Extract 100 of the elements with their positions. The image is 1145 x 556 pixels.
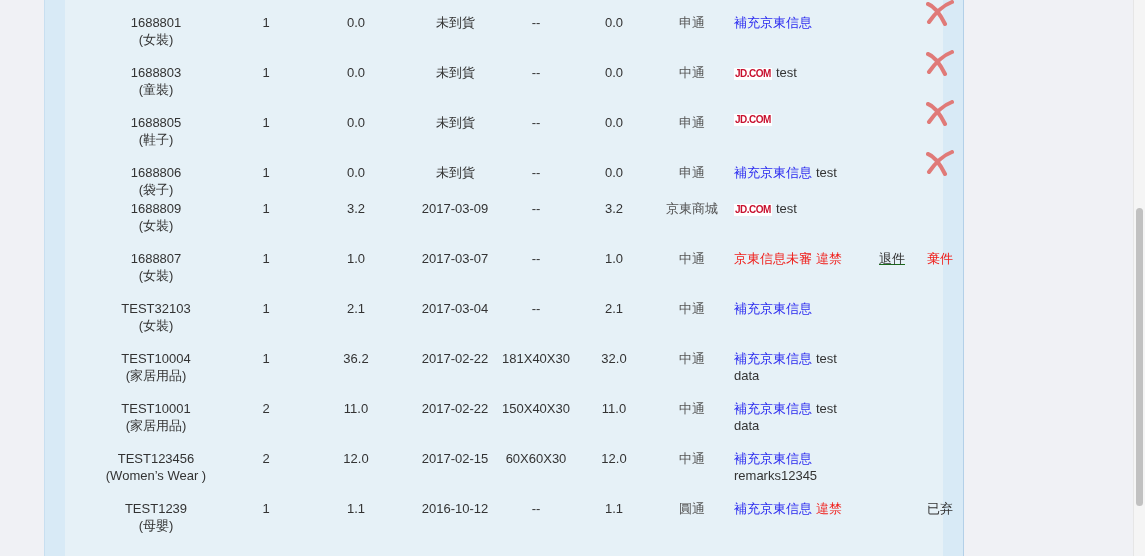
arrival-date: 未到貨	[434, 114, 476, 132]
weight: 36.2	[342, 350, 370, 368]
info-link[interactable]: 補充京東信息	[734, 350, 812, 367]
weight: 0.0	[345, 164, 367, 182]
dimensions: --	[530, 114, 542, 132]
arrival-date: 2017-03-07	[420, 250, 490, 268]
parcel-id: 1688809 (女裝)	[129, 200, 183, 235]
carrier: 中通	[678, 400, 706, 418]
quantity: 1	[261, 200, 271, 218]
arrival-date: 2017-02-22	[420, 350, 490, 368]
scrollbar[interactable]	[1133, 0, 1145, 556]
store-logo: JD.COM	[734, 204, 772, 216]
remark-text: data	[734, 417, 760, 434]
carrier: 申通	[678, 14, 706, 32]
billed-weight: 2.1	[603, 300, 625, 318]
carrier: 圓通	[678, 500, 706, 518]
carrier: 中通	[678, 450, 706, 468]
weight: 1.1	[345, 500, 367, 518]
weight: 1.0	[345, 250, 367, 268]
billed-weight: 32.0	[600, 350, 628, 368]
parcel-id: 1688801 (女裝)	[129, 14, 183, 49]
info-link[interactable]: 補充京東信息	[734, 300, 812, 317]
carrier: 中通	[678, 300, 706, 318]
carrier: 中通	[678, 350, 706, 368]
weight: 2.1	[345, 300, 367, 318]
remark-text: remarks12345	[734, 467, 818, 484]
delete-icon[interactable]	[926, 0, 954, 26]
carrier: 申通	[678, 114, 706, 132]
delete-icon[interactable]	[926, 50, 954, 76]
parcel-id: TEST10004 (家居用品)	[120, 350, 192, 385]
info-link[interactable]: 補充京東信息	[734, 14, 812, 31]
delete-icon[interactable]	[926, 100, 954, 126]
dimensions: --	[530, 164, 542, 182]
arrival-date: 2017-02-15	[420, 450, 490, 468]
remark-text: test	[816, 164, 837, 181]
info-link[interactable]: 補充京東信息	[734, 500, 812, 517]
arrival-date: 未到貨	[434, 64, 476, 82]
arrival-date: 2017-03-04	[420, 300, 490, 318]
parcel-id: TEST123456 (Women’s Wear )	[104, 450, 208, 485]
arrival-date: 未到貨	[434, 14, 476, 32]
billed-weight: 3.2	[603, 200, 625, 218]
weight: 0.0	[345, 14, 367, 32]
delete-icon[interactable]	[926, 150, 954, 176]
arrival-date: 未到貨	[434, 164, 476, 182]
remark-text: test	[775, 64, 797, 81]
warning-text: 京東信息未審	[734, 250, 812, 267]
store-logo: JD.COM	[734, 114, 772, 126]
dimensions: --	[530, 64, 542, 82]
info-link[interactable]: 補充京東信息	[734, 164, 812, 181]
warning-text: 違禁	[816, 250, 842, 267]
dimensions: --	[530, 14, 542, 32]
quantity: 1	[261, 14, 271, 32]
parcel-id: 1688807 (女裝)	[129, 250, 183, 285]
billed-weight: 0.0	[603, 114, 625, 132]
quantity: 2	[261, 400, 271, 418]
quantity: 1	[261, 114, 271, 132]
remark-text: data	[734, 367, 760, 384]
billed-weight: 12.0	[600, 450, 628, 468]
info-link[interactable]: 補充京東信息	[734, 400, 812, 417]
warning-text: 違禁	[816, 500, 842, 517]
parcel-id: TEST32103 (女裝)	[120, 300, 192, 335]
weight: 12.0	[342, 450, 370, 468]
dimensions: --	[530, 200, 542, 218]
dimensions: 150X40X30	[501, 400, 571, 418]
quantity: 1	[261, 300, 271, 318]
quantity: 1	[261, 500, 271, 518]
quantity: 1	[261, 250, 271, 268]
parcel-id: TEST1239 (母嬰)	[123, 500, 189, 535]
billed-weight: 1.1	[603, 500, 625, 518]
billed-weight: 0.0	[603, 64, 625, 82]
remark-text: test	[816, 400, 837, 417]
billed-weight: 11.0	[600, 400, 628, 418]
remark-text: test	[816, 350, 837, 367]
billed-weight: 1.0	[603, 250, 625, 268]
carrier: 京東商城	[665, 200, 719, 218]
arrival-date: 2016-10-12	[420, 500, 490, 518]
info-link[interactable]: 補充京東信息	[734, 450, 812, 467]
arrival-date: 2017-03-09	[420, 200, 490, 218]
dimensions: --	[530, 500, 542, 518]
weight: 0.0	[345, 64, 367, 82]
remark-text: test	[775, 200, 797, 217]
quantity: 1	[261, 164, 271, 182]
parcel-id: 1688806 (袋子)	[129, 164, 183, 199]
dimensions: --	[530, 250, 542, 268]
weight: 3.2	[345, 200, 367, 218]
dimensions: --	[530, 300, 542, 318]
parcel-id: TEST10001 (家居用品)	[120, 400, 192, 435]
store-logo: JD.COM	[734, 68, 772, 80]
return-link[interactable]: 退件	[879, 251, 905, 266]
weight: 0.0	[345, 114, 367, 132]
carrier: 中通	[678, 250, 706, 268]
dimensions: 181X40X30	[501, 350, 571, 368]
quantity: 1	[261, 64, 271, 82]
dimensions: 60X60X30	[504, 450, 568, 468]
status-text: 已弃	[927, 501, 953, 516]
parcel-id: 1688803 (童裝)	[129, 64, 183, 99]
quantity: 1	[261, 350, 271, 368]
discard-link[interactable]: 棄件	[927, 251, 953, 266]
arrival-date: 2017-02-22	[420, 400, 490, 418]
weight: 11.0	[342, 400, 370, 418]
